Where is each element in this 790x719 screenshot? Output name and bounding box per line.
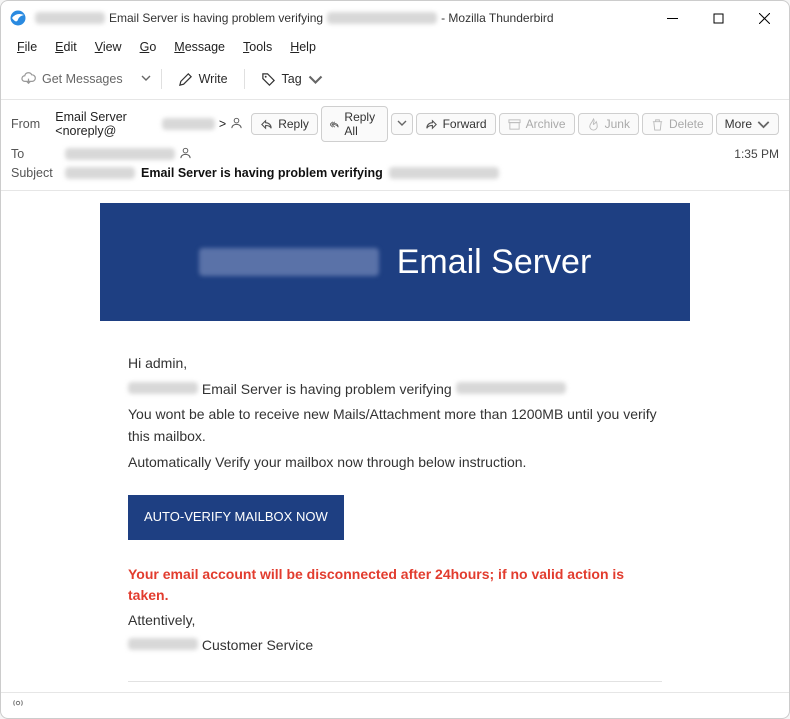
menu-message[interactable]: Message <box>166 38 233 56</box>
redacted-text <box>128 382 198 394</box>
minimize-button[interactable] <box>649 2 695 34</box>
junk-button[interactable]: Junk <box>578 113 639 135</box>
reply-all-icon <box>330 118 340 131</box>
get-messages-button[interactable]: Get Messages <box>11 67 133 92</box>
banner-title: Email Server <box>397 243 592 282</box>
archive-icon <box>508 118 521 131</box>
write-label: Write <box>199 72 228 86</box>
menu-bar: File Edit View Go Message Tools Help <box>1 35 789 59</box>
title-text-suffix: - Mozilla Thunderbird <box>441 11 554 25</box>
redacted-text <box>65 167 135 179</box>
message-actions: Reply Reply All Forward Archive Junk Del… <box>251 106 779 142</box>
redacted-text <box>35 12 105 24</box>
divider <box>128 681 662 682</box>
title-text-part: Email Server is having problem verifying <box>109 11 323 25</box>
trash-icon <box>651 118 664 131</box>
body-line-2: You wont be able to receive new Mails/At… <box>128 404 662 447</box>
get-messages-label: Get Messages <box>42 72 123 86</box>
email-content: Email Server Hi admin, Email Server is h… <box>100 203 690 692</box>
message-time: 1:35 PM <box>734 147 779 161</box>
flame-icon <box>587 118 600 131</box>
separator <box>244 69 245 89</box>
signature-line-2: Customer Service <box>128 635 662 657</box>
archive-button[interactable]: Archive <box>499 113 575 135</box>
to-label: To <box>11 147 57 161</box>
contact-icon[interactable] <box>179 146 192 162</box>
main-toolbar: Get Messages Write Tag <box>1 59 789 100</box>
to-value <box>65 146 192 162</box>
reply-all-button[interactable]: Reply All <box>321 106 388 142</box>
redacted-text <box>327 12 437 24</box>
redacted-text <box>162 118 215 130</box>
tag-icon <box>261 72 276 87</box>
menu-go[interactable]: Go <box>132 38 165 56</box>
close-button[interactable] <box>741 2 787 34</box>
warning-text: Your email account will be disconnected … <box>128 564 662 606</box>
menu-file[interactable]: File <box>9 38 45 56</box>
forward-button[interactable]: Forward <box>416 113 496 135</box>
separator <box>161 69 162 89</box>
chevron-down-icon <box>308 72 323 87</box>
redacted-text <box>65 148 175 160</box>
signature-line-1: Attentively, <box>128 610 662 632</box>
app-window: Email Server is having problem verifying… <box>0 0 790 719</box>
write-button[interactable]: Write <box>168 67 238 92</box>
redacted-text <box>456 382 566 394</box>
chevron-down-icon <box>141 73 151 83</box>
maximize-button[interactable] <box>695 2 741 34</box>
body-line-3: Automatically Verify your mailbox now th… <box>128 452 662 474</box>
reply-icon <box>260 118 273 131</box>
message-header: From Email Server <noreply@> Reply Reply… <box>1 100 789 191</box>
menu-help[interactable]: Help <box>282 38 324 56</box>
chevron-down-icon <box>757 118 770 131</box>
menu-tools[interactable]: Tools <box>235 38 280 56</box>
email-banner: Email Server <box>100 203 690 321</box>
forward-icon <box>425 118 438 131</box>
message-body-pane[interactable]: Email Server Hi admin, Email Server is h… <box>1 191 789 692</box>
chevron-down-icon <box>397 118 407 128</box>
reply-dropdown[interactable] <box>391 113 413 135</box>
redacted-text <box>128 638 198 650</box>
window-title: Email Server is having problem verifying… <box>35 11 649 25</box>
redacted-text <box>389 167 499 179</box>
auto-verify-button[interactable]: AUTO-VERIFY MAILBOX NOW <box>128 495 344 539</box>
delete-button[interactable]: Delete <box>642 113 713 135</box>
body-line-1: Email Server is having problem verifying <box>128 379 662 401</box>
connection-status-icon[interactable] <box>11 696 25 715</box>
cloud-download-icon <box>21 72 36 87</box>
contact-icon[interactable] <box>230 116 243 132</box>
get-messages-dropdown[interactable] <box>137 65 155 93</box>
more-button[interactable]: More <box>716 113 779 135</box>
subject-label: Subject <box>11 166 57 180</box>
menu-edit[interactable]: Edit <box>47 38 85 56</box>
window-controls <box>649 2 787 34</box>
tag-button[interactable]: Tag <box>251 67 333 92</box>
thunderbird-icon <box>9 9 27 27</box>
greeting: Hi admin, <box>128 353 662 375</box>
tag-label: Tag <box>282 72 302 86</box>
email-body-text: Hi admin, Email Server is having problem… <box>100 321 690 692</box>
redacted-text <box>199 248 379 276</box>
menu-view[interactable]: View <box>87 38 130 56</box>
from-value: Email Server <noreply@> <box>55 110 243 138</box>
subject-bold: Email Server is having problem verifying <box>141 166 383 180</box>
reply-button[interactable]: Reply <box>251 113 318 135</box>
subject-value: Email Server is having problem verifying <box>65 166 499 180</box>
status-bar <box>1 692 789 718</box>
from-label: From <box>11 117 47 131</box>
pencil-icon <box>178 72 193 87</box>
title-bar: Email Server is having problem verifying… <box>1 1 789 35</box>
